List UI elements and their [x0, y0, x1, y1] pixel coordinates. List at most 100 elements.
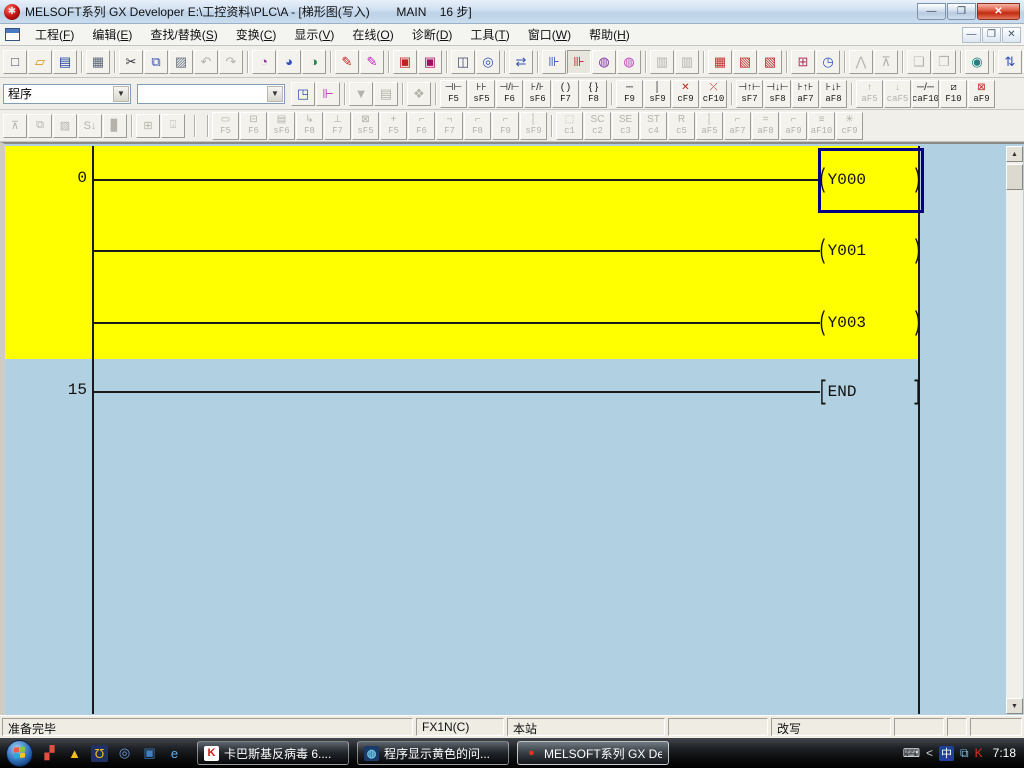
mdi-minimize-button[interactable]: —: [962, 27, 981, 43]
program-type-combo[interactable]: 程序 ▼: [3, 84, 131, 104]
copy-button[interactable]: ⧉: [144, 50, 168, 74]
ql-ie-icon[interactable]: e: [166, 745, 183, 762]
ql-search-icon[interactable]: ◎: [116, 745, 133, 762]
task-kaspersky-button[interactable]: K卡巴斯基反病毒 6....: [197, 741, 349, 765]
coil-close: ): [912, 308, 922, 339]
draw-line-button[interactable]: ⧄F10: [940, 80, 967, 108]
find-string-button[interactable]: ◑: [302, 50, 326, 74]
tray-network-icon[interactable]: ⧉: [960, 746, 969, 761]
sfc-st-button: STc4: [640, 112, 667, 140]
device-test-button[interactable]: ✎: [335, 50, 359, 74]
parallel-falling-pulse-button[interactable]: ⊦↓⊦aF8: [820, 80, 847, 108]
zoom-read-mode-button[interactable]: ▣: [393, 50, 417, 74]
mdi-restore-button[interactable]: ❐: [982, 27, 1001, 43]
cut-button[interactable]: ✂: [119, 50, 143, 74]
find-device-button[interactable]: ◔: [252, 50, 276, 74]
task-browser-button[interactable]: ◍程序显示黄色的问...: [357, 741, 509, 765]
restore-button[interactable]: ❐: [947, 3, 976, 20]
menu-w[interactable]: 窗口(W): [519, 23, 580, 46]
sfc-sc-button: SCc2: [584, 112, 611, 140]
project-search-button[interactable]: ◎: [476, 50, 500, 74]
sfc-comment-1-button: ⬚c1: [556, 112, 583, 140]
application-instruction-button[interactable]: { }F8: [580, 80, 607, 108]
minimize-button[interactable]: —: [917, 3, 946, 20]
parallel-open-contact-button[interactable]: ⊦⊦sF5: [468, 80, 495, 108]
new-project-button[interactable]: □: [3, 50, 27, 74]
coil-button[interactable]: ( )F7: [552, 80, 579, 108]
sfc-se-button: SEc3: [612, 112, 639, 140]
toolbar-separator: [731, 83, 733, 105]
find-instruction-button[interactable]: ◕: [277, 50, 301, 74]
start-button[interactable]: [6, 740, 33, 767]
menu-d[interactable]: 诊断(D): [403, 23, 462, 46]
mdi-close-button[interactable]: ✕: [1002, 27, 1021, 43]
entry-data-monitor-button[interactable]: ⊞: [791, 50, 815, 74]
open-project-button[interactable]: ▱: [28, 50, 52, 74]
parallel-rising-pulse-button[interactable]: ⊦↑⊦aF7: [792, 80, 819, 108]
output-coil-y003[interactable]: (Y003): [818, 311, 922, 335]
menu-h[interactable]: 帮助(H): [580, 23, 639, 46]
menu-o[interactable]: 在线(O): [343, 23, 402, 46]
scrollbar-thumb[interactable]: [1006, 164, 1023, 190]
clock-setting-button[interactable]: ◷: [816, 50, 840, 74]
closed-contact-button[interactable]: ⊣/⊢F6: [496, 80, 523, 108]
ql-kaspersky-tool-icon[interactable]: ▞: [41, 745, 58, 762]
output-coil-y001[interactable]: (Y001): [818, 239, 922, 263]
device-edit-zoom-button[interactable]: ◍: [617, 50, 641, 74]
coil-close: ]: [912, 377, 922, 408]
ladder-editor[interactable]: 0(Y000)(Y001)(Y003)15[END] ▲ ▼: [0, 142, 1024, 715]
tray-keyboard-icon[interactable]: ⌨: [903, 746, 920, 760]
tray-ime-icon[interactable]: 中: [939, 746, 954, 761]
task-melsoft-button[interactable]: ●MELSOFT系列 GX De...: [517, 741, 669, 765]
instruction-end[interactable]: [END]: [818, 380, 922, 404]
tray-kaspersky-icon[interactable]: K: [975, 746, 983, 760]
trace-edit-button[interactable]: ▧: [733, 50, 757, 74]
ladder-symbol-edit-button[interactable]: ⊪: [567, 50, 591, 74]
pc-plc-transfer-button[interactable]: ⇄: [509, 50, 533, 74]
menu-c[interactable]: 变换(C): [227, 23, 286, 46]
sort-step-button[interactable]: ⇅: [998, 50, 1022, 74]
ql-desktop-icon[interactable]: ▣: [141, 745, 158, 762]
chevron-down-icon[interactable]: ▼: [113, 86, 129, 102]
vertical-scrollbar[interactable]: ▲ ▼: [1006, 146, 1023, 714]
delete-horizontal-line-button[interactable]: ✕cF9: [672, 80, 699, 108]
invert-operation-button[interactable]: ─/─caF10: [912, 80, 939, 108]
scroll-up-button[interactable]: ▲: [1006, 146, 1023, 162]
menu-t[interactable]: 工具(T): [461, 23, 518, 46]
delete-line-button[interactable]: ⊠aF9: [968, 80, 995, 108]
save-project-button[interactable]: ▤: [53, 50, 77, 74]
horizontal-line-button[interactable]: ─F9: [616, 80, 643, 108]
clock[interactable]: 7:18: [993, 746, 1016, 760]
falling-pulse-button[interactable]: ⊣↓⊢sF8: [764, 80, 791, 108]
ql-shield-icon[interactable]: Ʊ: [91, 745, 108, 762]
ladder-window-button[interactable]: ◳: [291, 82, 315, 106]
statement-tree-button[interactable]: ⊩: [316, 82, 340, 106]
sampling-trace-button[interactable]: ▦: [708, 50, 732, 74]
paste-button[interactable]: ▨: [169, 50, 193, 74]
ethernet-search-button[interactable]: ◉: [965, 50, 989, 74]
device-comment-edit-button[interactable]: ✎: [360, 50, 384, 74]
close-button[interactable]: ✕: [977, 3, 1020, 20]
mdi-child-icon[interactable]: [5, 28, 20, 41]
open-contact-button[interactable]: ⊣⊢F5: [440, 80, 467, 108]
split-window-button[interactable]: ◫: [451, 50, 475, 74]
menu-e[interactable]: 编辑(E): [83, 23, 141, 46]
falling-pulse-op-button: ↓caF5: [884, 80, 911, 108]
device-initial-button[interactable]: ▧: [758, 50, 782, 74]
scroll-down-button[interactable]: ▼: [1006, 698, 1023, 714]
ladder-symbol-view-button[interactable]: ⊪: [542, 50, 566, 74]
ql-warning-icon[interactable]: ▲: [66, 745, 83, 762]
menu-v[interactable]: 显示(V): [285, 23, 343, 46]
parallel-closed-contact-button[interactable]: ⊦/⊦sF6: [524, 80, 551, 108]
tray-chevron-icon[interactable]: <: [926, 746, 933, 760]
zoom-write-mode-button[interactable]: ▣: [418, 50, 442, 74]
delete-vertical-line-button[interactable]: ⤫cF10: [700, 80, 727, 108]
chevron-down-icon[interactable]: ▼: [267, 86, 283, 102]
menu-f[interactable]: 工程(F): [26, 23, 83, 46]
device-name-combo[interactable]: ▼: [137, 84, 285, 104]
rising-pulse-button[interactable]: ⊣↑⊢sF7: [736, 80, 763, 108]
vertical-line-button[interactable]: │sF9: [644, 80, 671, 108]
device-search-zoom-button[interactable]: ◍: [592, 50, 616, 74]
menu-s[interactable]: 查找/替换(S): [141, 23, 226, 46]
print-button[interactable]: ▦: [86, 50, 110, 74]
